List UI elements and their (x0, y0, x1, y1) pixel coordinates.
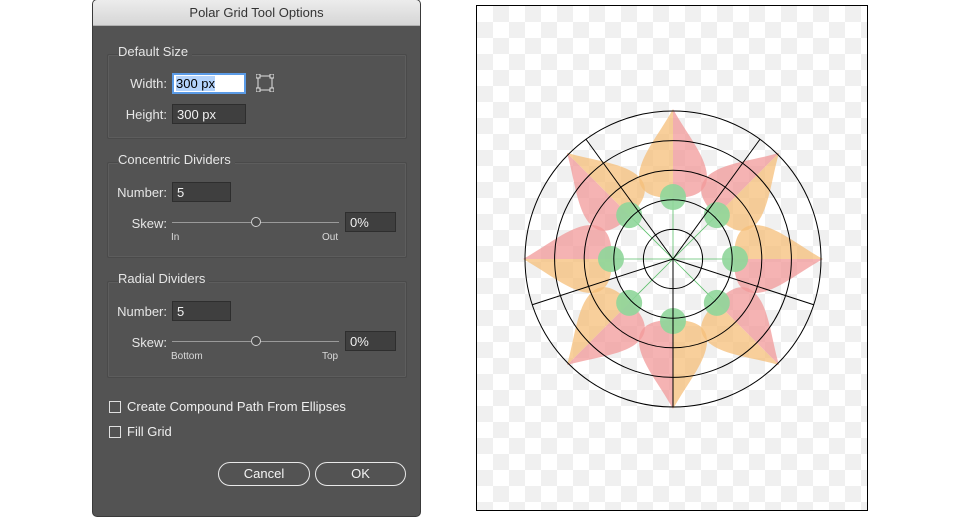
concentric-skew-max: Out (322, 232, 339, 243)
default-size-title: Default Size (118, 44, 193, 59)
petal-half-right (639, 320, 673, 409)
radial-skew-min: Bottom (171, 351, 203, 362)
concentric-skew-min: In (171, 232, 180, 243)
concentric-skew-thumb[interactable] (250, 217, 261, 227)
petal-half-right (673, 109, 707, 198)
petal-half-right (734, 259, 823, 293)
dot (616, 289, 643, 316)
concentric-dividers-title: Concentric Dividers (118, 152, 235, 167)
petal-half-left (523, 259, 612, 293)
dialog-title: Polar Grid Tool Options (93, 0, 420, 26)
petal-half-right (523, 225, 612, 259)
dot (660, 184, 686, 210)
dot (703, 202, 730, 229)
concentric-dividers-group: Concentric Dividers (107, 152, 407, 258)
dot (722, 246, 748, 272)
petal-half-left (734, 225, 823, 259)
ok-button[interactable]: OK (315, 462, 406, 486)
width-label: Width: (130, 76, 167, 91)
radial-skew-label: Skew: (131, 335, 167, 350)
radial-dividers-group: Radial Dividers (107, 271, 407, 378)
radial-skew-field[interactable]: 0% (345, 331, 396, 351)
concentric-number-field[interactable]: 5 (172, 182, 231, 202)
dot (616, 202, 643, 229)
concentric-skew-field[interactable]: 0% (345, 212, 396, 232)
artboard[interactable] (476, 5, 868, 511)
radial-skew-thumb[interactable] (250, 336, 261, 346)
constrain-proportions-icon[interactable] (255, 73, 275, 93)
petal-half-left (639, 109, 673, 198)
default-size-group: Default Size (107, 44, 407, 139)
radial-number-label: Number: (117, 304, 167, 319)
radial-skew-max: Top (322, 351, 339, 362)
concentric-number-label: Number: (117, 185, 167, 200)
polar-grid-artwork (523, 109, 823, 409)
concentric-skew-label: Skew: (131, 216, 167, 231)
compound-path-label: Create Compound Path From Ellipses (127, 399, 346, 414)
width-field[interactable]: 300 px (172, 73, 246, 94)
radial-number-field[interactable]: 5 (172, 301, 231, 321)
fill-grid-checkbox[interactable]: Fill Grid (109, 424, 172, 439)
compound-path-checkbox[interactable]: Create Compound Path From Ellipses (109, 399, 346, 414)
height-label: Height: (125, 107, 167, 122)
cancel-button[interactable]: Cancel (218, 462, 310, 486)
radial-dividers-title: Radial Dividers (118, 271, 210, 286)
polar-grid-options-dialog: Polar Grid Tool Options Default Size Wid… (93, 0, 420, 516)
height-field[interactable]: 300 px (172, 104, 246, 124)
fill-grid-label: Fill Grid (127, 424, 172, 439)
width-value: 300 px (176, 76, 216, 91)
dot (703, 289, 730, 316)
petal-half-left (673, 320, 707, 409)
fill-grid-box[interactable] (109, 425, 121, 438)
dot (598, 246, 624, 272)
compound-path-box[interactable] (109, 400, 121, 413)
